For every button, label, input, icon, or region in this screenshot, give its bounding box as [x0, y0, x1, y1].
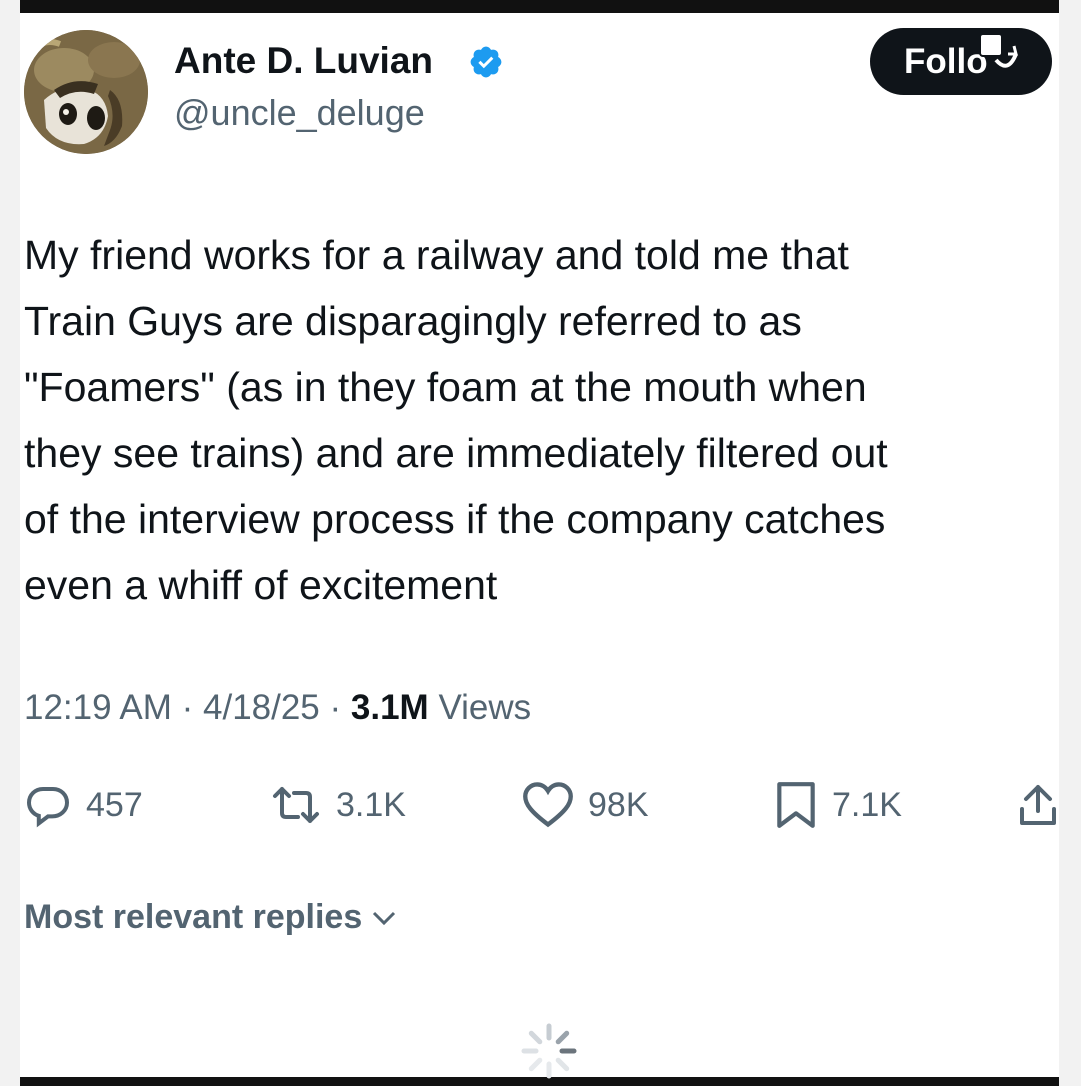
tweet-text: My friend works for a railway and told m…: [24, 222, 1064, 618]
follow-button[interactable]: Follo: [870, 28, 1052, 95]
bookmark-count: 7.1K: [832, 785, 902, 824]
heart-icon: [522, 781, 574, 829]
replies-sort-dropdown[interactable]: Most relevant replies: [24, 898, 398, 937]
bookmark-action[interactable]: 7.1K: [774, 780, 902, 830]
tweet-line: "Foamers" (as in they foam at the mouth …: [24, 364, 867, 410]
chevron-down-icon: [370, 898, 398, 937]
verified-badge-icon: [468, 44, 504, 80]
screenshot-overlay-icon: [974, 30, 1024, 80]
tweet-date[interactable]: 4/18/25: [203, 688, 320, 727]
share-icon: [1018, 780, 1058, 830]
avatar[interactable]: [24, 30, 148, 154]
tweet-meta: 12:19 AM · 4/18/25 · 3.1M Views: [24, 688, 532, 727]
reply-count: 457: [86, 785, 143, 824]
top-border: [20, 0, 1059, 13]
tweet-line: they see trains) and are immediately fil…: [24, 430, 888, 476]
display-name[interactable]: Ante D. Luvian: [174, 40, 433, 82]
repost-icon: [270, 781, 322, 829]
tweet-time[interactable]: 12:19 AM: [24, 688, 172, 727]
views-count: 3.1M: [350, 688, 429, 727]
user-handle[interactable]: @uncle_deluge: [174, 92, 425, 134]
tweet-line: My friend works for a railway and told m…: [24, 232, 849, 278]
bookmark-icon: [774, 780, 818, 830]
replies-sort-label: Most relevant replies: [24, 898, 363, 936]
reply-icon: [24, 781, 72, 829]
repost-count: 3.1K: [336, 785, 406, 824]
tweet-line: of the interview process if the company …: [24, 496, 886, 542]
tweet-line: even a whiff of excitement: [24, 562, 498, 608]
like-action[interactable]: 98K: [522, 780, 649, 830]
tweet-line: Train Guys are disparagingly referred to…: [24, 298, 802, 344]
share-action[interactable]: [1018, 780, 1058, 830]
loading-spinner-icon: [520, 1022, 578, 1080]
reply-action[interactable]: 457: [24, 780, 143, 830]
like-count: 98K: [588, 785, 649, 824]
repost-action[interactable]: 3.1K: [270, 780, 406, 830]
views-label: Views: [438, 688, 532, 727]
